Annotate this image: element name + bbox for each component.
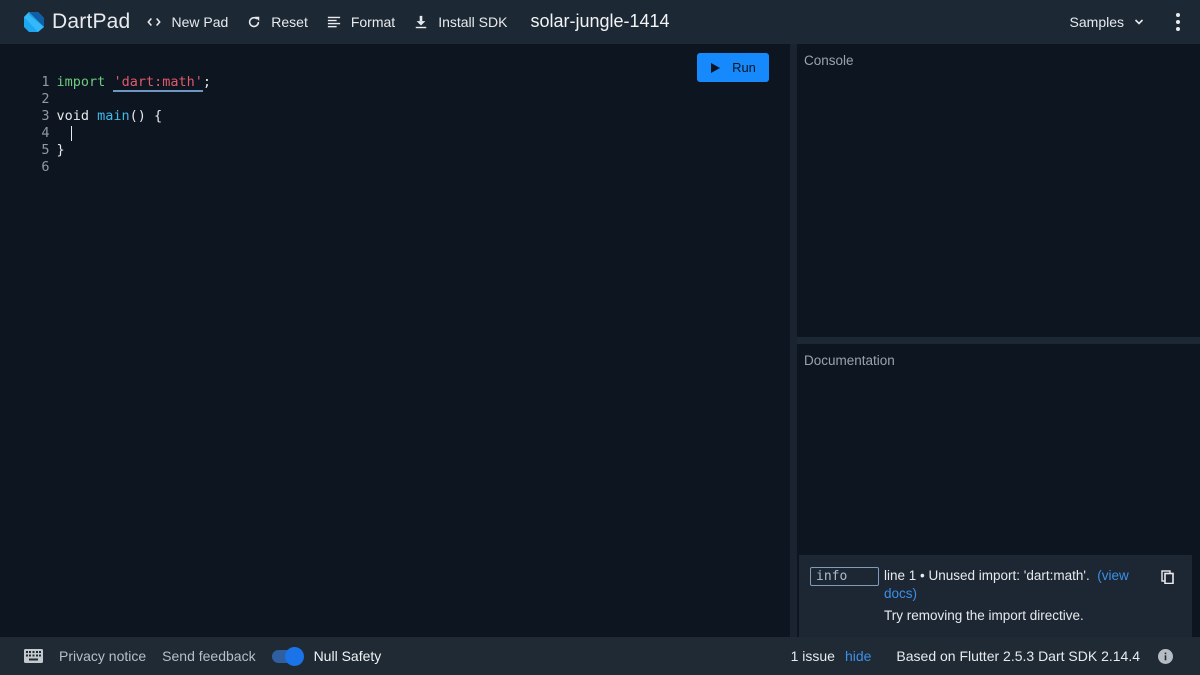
- code-line: 1 import 'dart:math';: [0, 57, 211, 92]
- code-line: 2: [0, 74, 57, 107]
- code-token: }: [56, 142, 65, 158]
- download-icon: [413, 14, 429, 30]
- run-button[interactable]: Run: [697, 53, 769, 82]
- top-bar: DartPad New Pad Reset Format Install SDK…: [0, 0, 1200, 44]
- footer-status: 1 issue hide Based on Flutter 2.5.3 Dart…: [791, 637, 1200, 675]
- horizontal-splitter[interactable]: [797, 337, 1200, 344]
- severity-badge: info: [810, 567, 879, 586]
- issue-hint: Try removing the import directive.: [884, 608, 1084, 623]
- code-line: 6: [0, 142, 57, 175]
- line-number: 6: [41, 159, 50, 175]
- app-name: DartPad: [52, 10, 131, 33]
- reset-button[interactable]: Reset: [246, 14, 308, 30]
- play-icon: [711, 62, 721, 73]
- samples-dropdown[interactable]: Samples: [1070, 14, 1144, 30]
- chevron-down-icon: [1134, 19, 1144, 25]
- install-sdk-button[interactable]: Install SDK: [413, 14, 507, 30]
- documentation-title: Documentation: [804, 353, 895, 368]
- issue-count: 1 issue: [790, 648, 835, 664]
- code-line: 3 void main() {: [0, 91, 162, 124]
- new-pad-button[interactable]: New Pad: [146, 14, 228, 30]
- sdk-version-info: Based on Flutter 2.5.3 Dart SDK 2.14.4: [896, 648, 1140, 664]
- hide-issues-link[interactable]: hide: [845, 648, 871, 664]
- null-safety-label: Null Safety: [313, 648, 382, 664]
- send-feedback-link[interactable]: Send feedback: [162, 648, 255, 664]
- install-sdk-label: Install SDK: [438, 14, 508, 30]
- format-button[interactable]: Format: [326, 14, 395, 30]
- dart-logo-icon: [24, 12, 44, 32]
- format-lines-icon: [326, 14, 342, 30]
- code-brackets-icon: [146, 14, 162, 30]
- issue-item: info line 1 • Unused import: 'dart:math'…: [799, 555, 1192, 637]
- format-label: Format: [350, 14, 396, 30]
- issue-message: line 1 • Unused import: 'dart:math'. (vi…: [884, 567, 1154, 603]
- code-line: 5}: [0, 125, 64, 158]
- refresh-icon: [246, 14, 262, 30]
- code-token-string: 'dart:math': [113, 74, 203, 92]
- vertical-splitter[interactable]: [790, 44, 797, 637]
- copy-icon[interactable]: [1161, 570, 1175, 584]
- code-token-function: main: [97, 108, 130, 124]
- code-editor[interactable]: 1 import 'dart:math'; 2 3 void main() { 4 …: [0, 44, 790, 637]
- toggle-knob: [284, 647, 304, 666]
- console-panel: Console: [797, 44, 1200, 337]
- samples-label: Samples: [1069, 14, 1124, 30]
- issue-text: line 1 • Unused import: 'dart:math'.: [884, 568, 1090, 583]
- footer-bar: Privacy notice Send feedback Null Safety…: [0, 637, 1200, 675]
- privacy-notice-link[interactable]: Privacy notice: [59, 648, 146, 664]
- dartpad-logo[interactable]: DartPad: [22, 10, 130, 34]
- code-token-keyword: import: [56, 74, 106, 90]
- console-title: Console: [804, 53, 854, 68]
- null-safety-toggle[interactable]: [271, 647, 304, 666]
- keyboard-icon[interactable]: [24, 649, 43, 663]
- code-line: 4: [0, 108, 72, 141]
- new-pad-label: New Pad: [171, 14, 229, 30]
- reset-label: Reset: [271, 14, 308, 30]
- run-label: Run: [732, 60, 756, 75]
- more-vert-icon[interactable]: [1174, 12, 1182, 32]
- code-token: ;: [202, 74, 211, 90]
- info-icon[interactable]: [1158, 648, 1173, 664]
- code-token: () {: [129, 108, 163, 124]
- text-cursor: [70, 125, 72, 141]
